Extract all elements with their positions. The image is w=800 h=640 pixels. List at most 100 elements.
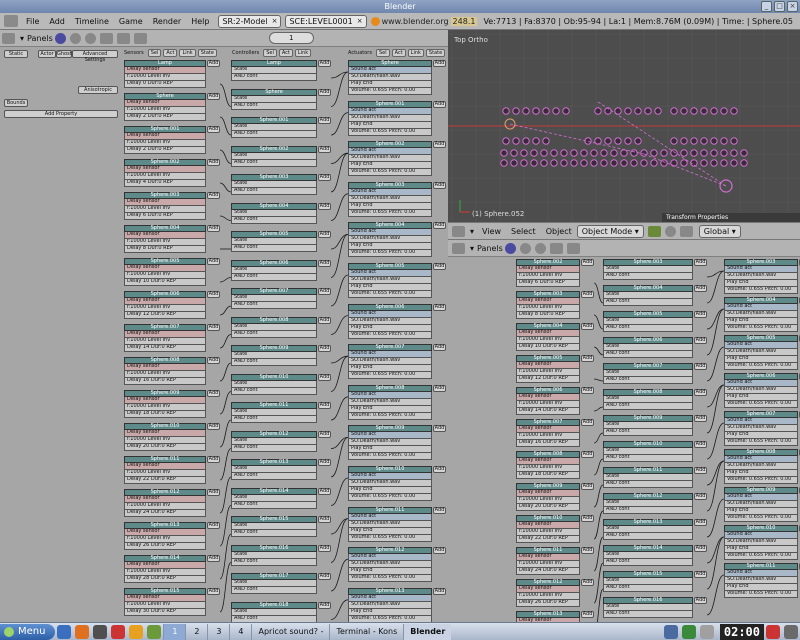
sens-name[interactable]: Sphere.015 <box>124 588 206 595</box>
ctrl-row[interactable]: AND cont <box>231 473 317 480</box>
sens-row[interactable]: Delay sensor <box>516 554 580 561</box>
act-row[interactable]: Play End <box>348 202 432 210</box>
ctrl-row[interactable]: AND cont <box>603 377 693 384</box>
sphere-object[interactable] <box>690 107 698 115</box>
ctrl-name[interactable]: Sphere.014 <box>603 545 693 552</box>
logic-wire[interactable] <box>330 599 349 620</box>
act-row[interactable]: SO:Death/flash.wav <box>348 398 432 406</box>
ctrl-row[interactable]: State <box>603 448 693 455</box>
act-row[interactable]: Volume: 0.655 Pitch: 0.00 <box>348 575 432 583</box>
network-icon[interactable] <box>663 624 678 639</box>
act-row[interactable]: SO:Death/flash.wav <box>724 539 798 546</box>
act-row[interactable]: Volume: 0.655 Pitch: 0.00 <box>348 88 432 95</box>
sphere-object[interactable] <box>510 159 518 167</box>
sphere-object[interactable] <box>610 159 618 167</box>
logic-wire[interactable] <box>219 362 232 382</box>
act-row[interactable]: Play End <box>348 527 432 535</box>
logic-wire[interactable] <box>593 432 604 444</box>
sphere-object[interactable] <box>542 137 550 145</box>
ctrl-add-button[interactable]: Add <box>694 519 707 526</box>
act-add-button[interactable]: Add <box>433 181 446 189</box>
sphere-object[interactable] <box>634 137 642 145</box>
sphere-object[interactable] <box>720 107 728 115</box>
sens-row[interactable]: Delay 20 Dur:0 REP <box>516 504 580 511</box>
act-row[interactable]: Sound act <box>724 532 798 539</box>
ctrl-add-button[interactable]: Add <box>694 259 707 266</box>
ctrl-name[interactable]: Sphere.015 <box>231 516 317 523</box>
sphere-object[interactable] <box>552 107 560 115</box>
ctrl-add-button[interactable]: Add <box>318 402 331 409</box>
home-icon[interactable] <box>57 624 72 639</box>
sphere-object[interactable] <box>660 149 668 157</box>
ctrl-add-button[interactable]: Add <box>318 259 331 267</box>
ctrl-row[interactable]: State <box>231 580 317 587</box>
sens-row[interactable]: f:10000 Level Inv <box>124 404 206 411</box>
ctrl-add-button[interactable]: Add <box>318 231 331 238</box>
act-name[interactable]: Sphere.007 <box>348 344 432 352</box>
ctrl-name[interactable]: Sphere.008 <box>603 389 693 396</box>
sphere-object[interactable] <box>532 137 540 145</box>
act-row[interactable]: Sound act <box>348 107 432 115</box>
sens-add-button[interactable]: Add <box>581 259 594 266</box>
ctrl-name[interactable]: Sphere.009 <box>603 415 693 422</box>
act-name[interactable]: Sphere.008 <box>348 384 432 392</box>
sphere-object[interactable] <box>710 159 718 167</box>
ctrl-add-button[interactable]: Add <box>694 311 707 318</box>
sens-name[interactable]: Sphere.012 <box>124 489 206 496</box>
sens-add-button[interactable]: Add <box>581 483 594 490</box>
menu-object[interactable]: Object <box>541 227 577 236</box>
sphere-object[interactable] <box>590 159 598 167</box>
ctrl-row[interactable]: State <box>231 266 317 274</box>
sphere-object[interactable] <box>512 137 520 145</box>
act-row[interactable]: Volume: 0.655 Pitch: 0.00 <box>724 401 798 408</box>
sens-row[interactable]: Delay 10 Dur:0 REP <box>124 279 206 286</box>
ctrl-add-button[interactable]: Add <box>318 601 331 609</box>
sphere-object[interactable] <box>630 149 638 157</box>
ctrl-row[interactable]: State <box>603 474 693 481</box>
ctrl-name[interactable]: Sphere.014 <box>231 487 317 495</box>
logic-wire[interactable] <box>593 510 604 540</box>
sens-add-button[interactable]: Add <box>207 93 220 100</box>
logic-wire[interactable] <box>706 384 725 408</box>
ctrl-row[interactable]: State <box>603 370 693 377</box>
act-row[interactable]: Volume: 0.655 Pitch: 0.00 <box>348 128 432 136</box>
sphere-object[interactable] <box>700 149 708 157</box>
sphere-object[interactable] <box>560 159 568 167</box>
act-add-button[interactable]: Add <box>433 60 446 67</box>
ctrl-name[interactable]: Sphere.013 <box>603 519 693 526</box>
ctrl-row[interactable]: AND cont <box>231 387 317 395</box>
ctrl-name[interactable]: Sphere <box>231 88 317 96</box>
act-row[interactable]: Volume: 0.655 Pitch: 0.00 <box>724 553 798 560</box>
sens-add-button[interactable]: Add <box>581 387 594 394</box>
sens-add-button[interactable]: Add <box>207 522 220 529</box>
sens-row[interactable]: f:10000 Level Inv <box>124 470 206 477</box>
ctrl-row[interactable]: AND cont <box>231 444 317 452</box>
ctrl-row[interactable]: AND cont <box>603 481 693 488</box>
sens-add-button[interactable]: Add <box>581 291 594 298</box>
act-row[interactable]: Sound act <box>348 188 432 196</box>
act-add-button[interactable]: Add <box>433 100 446 108</box>
act-name[interactable]: Sphere.007 <box>724 411 798 418</box>
logic-wire[interactable] <box>219 419 232 448</box>
transform-properties-panel[interactable]: Transform Properties <box>662 213 800 222</box>
ctrl-row[interactable]: AND cont <box>603 559 693 566</box>
ctrl-row[interactable]: AND cont <box>231 330 317 338</box>
ctrl-add-button[interactable]: Add <box>318 174 331 181</box>
act-name[interactable]: Sphere.004 <box>724 297 798 304</box>
menu-game[interactable]: Game <box>114 17 148 26</box>
act-row[interactable]: Play End <box>724 432 798 439</box>
sens-row[interactable]: f:10000 Level Inv <box>516 593 580 600</box>
sphere-object[interactable] <box>600 159 608 167</box>
act-name[interactable]: Sphere.013 <box>348 587 432 595</box>
logic-wire[interactable] <box>706 308 725 330</box>
act-add-button[interactable]: Add <box>433 263 446 270</box>
ctrl-name[interactable]: Sphere.013 <box>231 459 317 466</box>
close-icon[interactable]: × <box>787 1 798 12</box>
sens-add-button[interactable]: Add <box>207 60 220 67</box>
act-row[interactable]: Sound act <box>348 148 432 156</box>
act-row[interactable]: SO:Death/flash.wav <box>348 155 432 163</box>
ctrl-row[interactable]: State <box>231 466 317 473</box>
sphere-object[interactable] <box>710 137 718 145</box>
ctrl-add-button[interactable]: Add <box>318 516 331 523</box>
sens-row[interactable]: Delay sensor <box>124 529 206 536</box>
